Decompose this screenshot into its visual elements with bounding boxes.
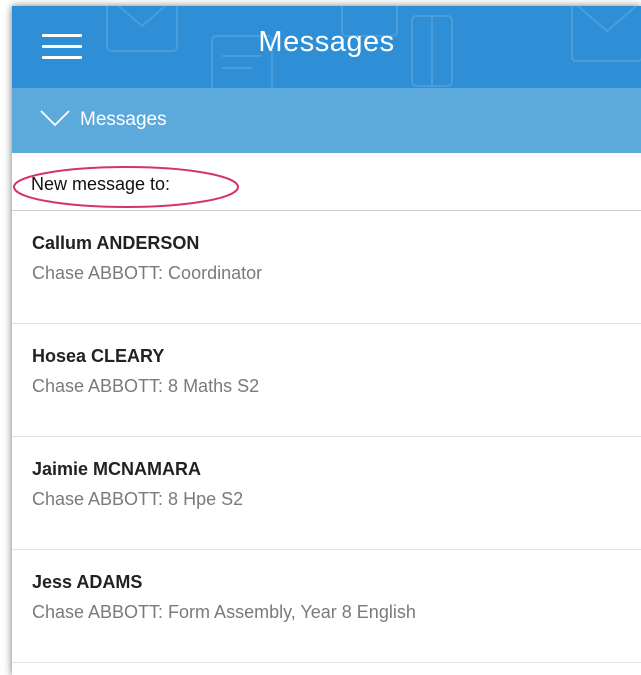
recipient-name: Callum ANDERSON — [32, 233, 200, 253]
recipient-role: Chase ABBOTT: 8 Hpe S2 — [32, 489, 244, 509]
chevron-down-icon — [40, 110, 70, 127]
new-message-label: New message to: — [31, 174, 171, 194]
recipient-role: Chase ABBOTT: Form Assembly, Year 8 Engl… — [32, 602, 416, 622]
recipient-item[interactable]: Callum ANDERSON Chase ABBOTT: Coordinato… — [12, 211, 641, 324]
recipient-item[interactable]: Jess ADAMS Chase ABBOTT: Form Assembly, … — [12, 550, 641, 663]
recipient-role: Chase ABBOTT: 8 Maths S2 — [32, 376, 260, 396]
recipient-role: Chase ABBOTT: Coordinator — [32, 263, 263, 283]
recipient-name: Hosea CLEARY — [32, 346, 165, 366]
messages-dropdown-label: Messages — [80, 109, 167, 130]
app-frame: Messages Messages New message to: Callum… — [12, 6, 641, 675]
messages-dropdown[interactable]: Messages — [12, 88, 641, 153]
recipient-name: Jess ADAMS — [32, 572, 143, 592]
app-header: Messages — [12, 6, 641, 88]
new-message-header: New message to: — [12, 153, 641, 211]
recipient-list: Callum ANDERSON Chase ABBOTT: Coordinato… — [12, 211, 641, 663]
recipient-name: Jaimie MCNAMARA — [32, 459, 202, 479]
recipient-item[interactable]: Hosea CLEARY Chase ABBOTT: 8 Maths S2 — [12, 324, 641, 437]
page-title: Messages — [258, 26, 395, 58]
recipient-item[interactable]: Jaimie MCNAMARA Chase ABBOTT: 8 Hpe S2 — [12, 437, 641, 550]
